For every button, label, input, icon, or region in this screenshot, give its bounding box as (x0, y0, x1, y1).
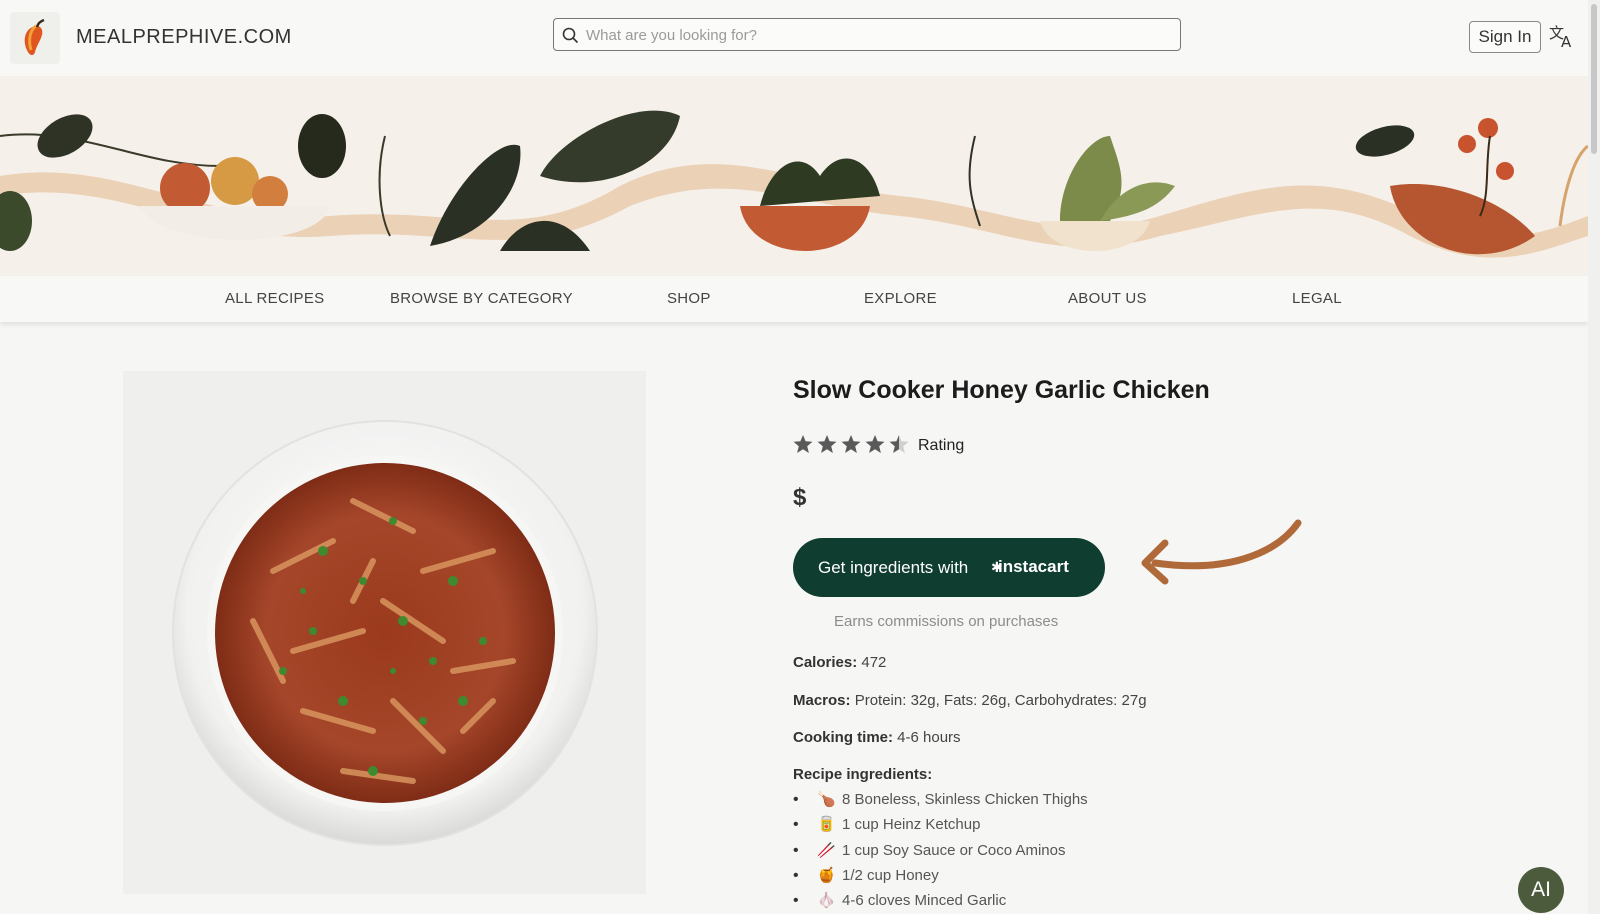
star-rating[interactable] (793, 434, 911, 456)
main-nav: ALL RECIPES BROWSE BY CATEGORY SHOP EXPL… (0, 276, 1588, 322)
star-icon (793, 435, 813, 453)
nav-explore[interactable]: EXPLORE (864, 290, 937, 307)
ingredient-text: 1 cup Soy Sauce or Coco Aminos (842, 841, 1066, 859)
food-illustration (0, 110, 1588, 258)
half-star-icon (889, 435, 909, 453)
list-item: 🍗 8 Boneless, Skinless Chicken Thighs (793, 789, 1088, 814)
sign-in-button[interactable]: Sign In (1469, 21, 1541, 53)
garlic-icon: 🧄 (817, 892, 836, 910)
drumstick-icon: 🍗 (817, 791, 836, 808)
macros-value: Protein: 32g, Fats: 26g, Carbohydrates: … (854, 692, 1147, 709)
nav-legal[interactable]: LEGAL (1292, 290, 1342, 307)
chopsticks-icon: 🥢 (817, 841, 836, 859)
site-header: MEALPREPHIVE.COM Sign In 文 A (0, 0, 1588, 76)
list-item: 🥫 1 cup Heinz Ketchup (793, 814, 1088, 839)
nav-about-us[interactable]: ABOUT US (1068, 290, 1147, 307)
pointing-arrow-icon (1141, 519, 1302, 585)
ingredient-text: 1/2 cup Honey (842, 866, 939, 884)
ingredient-text: 1 cup Heinz Ketchup (842, 816, 981, 834)
hero-banner (0, 76, 1588, 276)
ingredient-text: 4-6 cloves Minced Garlic (842, 892, 1007, 910)
search-icon (562, 27, 579, 44)
translate-icon[interactable]: 文 A (1548, 22, 1576, 50)
site-name[interactable]: MEALPREPHIVE.COM (76, 26, 292, 49)
nav-shop[interactable]: SHOP (667, 290, 711, 307)
star-icon (841, 435, 861, 453)
ingredients-list: 🍗 8 Boneless, Skinless Chicken Thighs 🥫 … (793, 789, 1088, 914)
instacart-brand: instacart (998, 557, 1069, 576)
get-ingredients-instacart-button[interactable]: Get ingredients with ✱ instacart (793, 538, 1105, 597)
svg-text:A: A (1561, 33, 1572, 50)
ingredient-text: 8 Boneless, Skinless Chicken Thighs (842, 791, 1088, 808)
search-input[interactable] (586, 23, 1171, 47)
macros-row: Macros: Protein: 32g, Fats: 26g, Carbohy… (793, 692, 1147, 709)
calories-value: 472 (861, 654, 887, 671)
honey-pot-icon: 🍯 (817, 866, 836, 884)
page-scrollbar[interactable] (1588, 0, 1600, 914)
rating-label: Rating (918, 437, 965, 454)
cooking-time-label: Cooking time: (793, 729, 893, 746)
ai-assistant-button[interactable]: AI (1518, 867, 1564, 913)
calories-label: Calories: (793, 654, 858, 671)
cooking-time-value: 4-6 hours (897, 729, 961, 746)
calories-row: Calories: 472 (793, 654, 886, 671)
ingredients-heading: Recipe ingredients: (793, 766, 933, 783)
commission-note: Earns commissions on purchases (834, 613, 1059, 630)
recipe-title: Slow Cooker Honey Garlic Chicken (793, 376, 1210, 404)
recipe-image (123, 371, 646, 894)
nav-all-recipes[interactable]: ALL RECIPES (225, 290, 324, 307)
pepper-logo-icon (24, 18, 45, 55)
can-icon: 🥫 (817, 816, 836, 834)
site-logo[interactable] (10, 12, 60, 64)
star-icon (865, 435, 885, 453)
cooking-time-row: Cooking time: 4-6 hours (793, 729, 961, 746)
list-item: 🥢 1 cup Soy Sauce or Coco Aminos (793, 840, 1088, 865)
nav-browse-by-category[interactable]: BROWSE BY CATEGORY (390, 290, 573, 307)
search-box[interactable] (553, 18, 1181, 51)
cta-prefix: Get ingredients with (818, 558, 969, 577)
scrollbar-thumb[interactable] (1591, 4, 1597, 154)
chicken-bowl-illustration (172, 420, 598, 846)
price-indicator: $ (793, 484, 807, 511)
list-item: 🧄 4-6 cloves Minced Garlic (793, 890, 1088, 914)
star-icon (817, 435, 837, 453)
list-item: 🍯 1/2 cup Honey (793, 865, 1088, 890)
macros-label: Macros: (793, 692, 851, 709)
